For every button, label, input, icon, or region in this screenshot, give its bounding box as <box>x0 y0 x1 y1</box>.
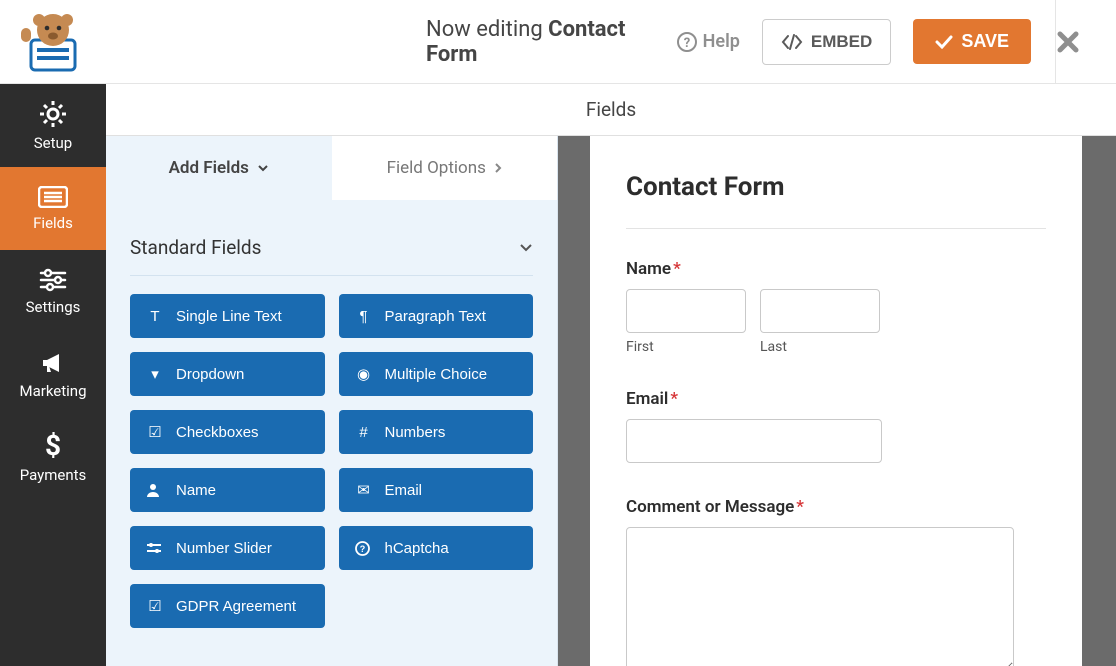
sidebar-item-setup[interactable]: Setup <box>0 84 106 167</box>
sliders-icon <box>146 542 164 554</box>
paragraph-icon: ¶ <box>355 308 373 325</box>
field-name[interactable]: Name <box>130 468 325 512</box>
field-numbers[interactable]: #Numbers <box>339 410 534 454</box>
gutter <box>1082 136 1116 666</box>
save-button[interactable]: SAVE <box>913 19 1031 64</box>
dollar-icon: $ <box>44 432 62 460</box>
list-icon <box>38 186 68 208</box>
caret-square-icon: ▾ <box>146 365 164 383</box>
hashtag-icon: # <box>355 424 373 441</box>
name-label: Name* <box>626 259 1046 279</box>
sidebar-item-label: Fields <box>33 214 73 232</box>
gear-icon <box>39 100 67 128</box>
embed-icon <box>781 34 803 50</box>
sliders-icon <box>39 268 67 292</box>
email-input[interactable] <box>626 419 882 463</box>
field-gdpr-agreement[interactable]: ☑GDPR Agreement <box>130 584 325 628</box>
check-square-icon: ☑ <box>146 423 164 441</box>
top-bar: Now editing Contact Form ? Help EMBED SA… <box>0 0 1116 84</box>
chevron-right-icon <box>494 162 502 174</box>
tab-add-fields[interactable]: Add Fields <box>106 136 332 200</box>
now-editing-label: Now editing Contact Form <box>106 17 655 67</box>
comment-label: Comment or Message* <box>626 497 1046 517</box>
check-icon <box>935 35 953 49</box>
sidebar-item-label: Setup <box>34 134 72 152</box>
section-standard-fields[interactable]: Standard Fields <box>130 212 533 275</box>
question-circle-icon: ? <box>355 541 373 556</box>
user-icon <box>146 483 164 497</box>
field-paragraph-text[interactable]: ¶Paragraph Text <box>339 294 534 338</box>
close-icon <box>1056 30 1080 54</box>
sidebar-item-label: Settings <box>26 298 81 316</box>
dot-circle-icon: ◉ <box>355 365 373 383</box>
field-dropdown[interactable]: ▾Dropdown <box>130 352 325 396</box>
form-preview: Contact Form Name* First Last <box>590 136 1082 666</box>
field-number-slider[interactable]: Number Slider <box>130 526 325 570</box>
comment-textarea[interactable] <box>626 527 1014 666</box>
svg-text:?: ? <box>683 36 689 51</box>
check-square-icon: ☑ <box>146 597 164 615</box>
sidebar-item-payments[interactable]: $ Payments <box>0 416 106 499</box>
form-title: Contact Form <box>626 172 1046 202</box>
wpforms-logo-icon <box>17 10 89 74</box>
fields-panel: Add Fields Field Options Standard Fields <box>106 136 558 666</box>
tab-field-options[interactable]: Field Options <box>332 136 558 200</box>
first-sublabel: First <box>626 339 746 355</box>
email-label: Email* <box>626 389 1046 409</box>
sidebar-item-marketing[interactable]: Marketing <box>0 333 106 416</box>
help-link[interactable]: ? Help <box>677 31 740 52</box>
sidebar-item-label: Marketing <box>19 382 86 400</box>
divider <box>130 275 533 276</box>
last-sublabel: Last <box>760 339 880 355</box>
chevron-down-icon <box>519 243 533 252</box>
fields-header: Fields <box>106 84 1116 136</box>
divider <box>626 228 1046 229</box>
field-hcaptcha[interactable]: ?hCaptcha <box>339 526 534 570</box>
field-checkboxes[interactable]: ☑Checkboxes <box>130 410 325 454</box>
envelope-icon: ✉ <box>355 481 373 499</box>
text-icon: T <box>146 308 164 325</box>
sidebar-item-label: Payments <box>20 466 87 484</box>
logo <box>0 10 106 74</box>
svg-text:?: ? <box>359 544 365 554</box>
chevron-down-icon <box>257 164 269 172</box>
last-name-input[interactable] <box>760 289 880 333</box>
field-email[interactable]: ✉Email <box>339 468 534 512</box>
sidebar-item-fields[interactable]: Fields <box>0 167 106 250</box>
close-button[interactable] <box>1056 30 1116 54</box>
help-icon: ? <box>677 32 697 52</box>
sidebar: Setup Fields Settings Marketing $ Paymen… <box>0 84 106 666</box>
embed-button[interactable]: EMBED <box>762 19 891 65</box>
sidebar-item-settings[interactable]: Settings <box>0 250 106 333</box>
bullhorn-icon <box>39 350 67 376</box>
field-single-line-text[interactable]: TSingle Line Text <box>130 294 325 338</box>
field-multiple-choice[interactable]: ◉Multiple Choice <box>339 352 534 396</box>
first-name-input[interactable] <box>626 289 746 333</box>
svg-text:$: $ <box>45 432 61 460</box>
